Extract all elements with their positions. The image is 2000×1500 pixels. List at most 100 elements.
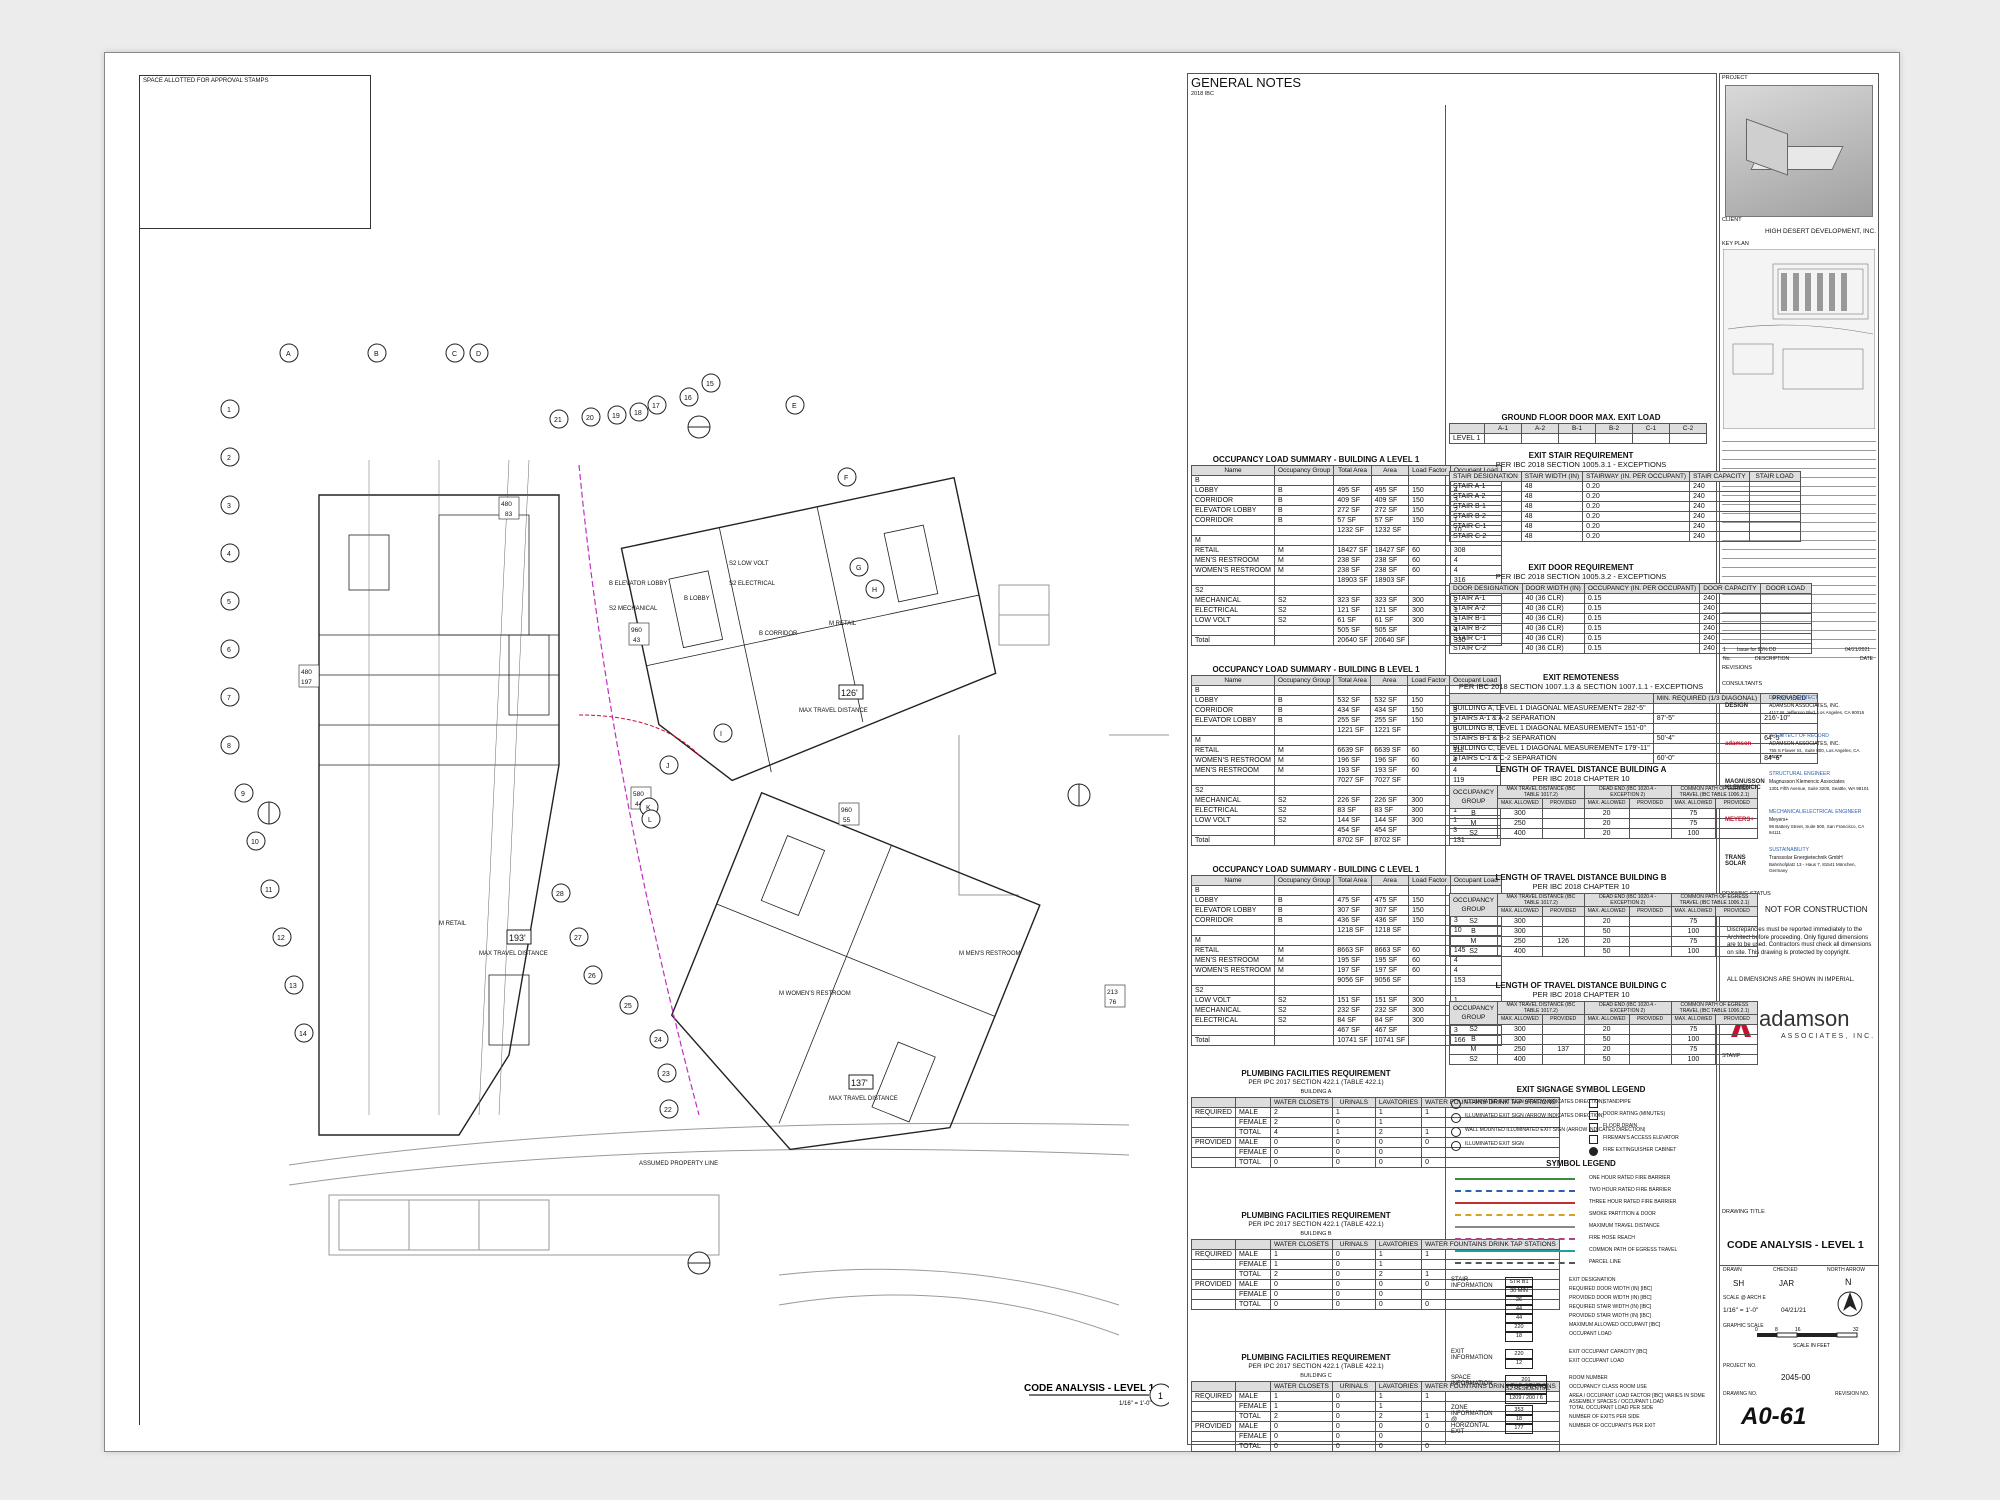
room-label-b-retail: M RETAIL: [829, 621, 857, 627]
occupancy-table-cell: LOW VOLT: [1190, 615, 1276, 626]
travel-cell: 75: [1670, 916, 1717, 927]
plumbing-table-cell: 2: [1374, 1411, 1423, 1422]
occupancy-table-cell: 323 SF: [1370, 595, 1410, 606]
occupancy-table-cell: [1190, 775, 1276, 786]
checked-label: CHECKED: [1773, 1267, 1798, 1273]
travel-distance-a: 193': [509, 933, 526, 943]
travel-cell: [1715, 946, 1759, 957]
plumbing-subtitle: PER IPC 2017 SECTION 422.1 (TABLE 422.1): [1248, 1363, 1384, 1370]
occupancy-table-cell: 61 SF: [1370, 615, 1410, 626]
occupancy-table-cell: B: [1274, 515, 1335, 526]
floor-plan[interactable]: 193' MAX TRAVEL DISTANCE 126' MAX TRAVEL…: [139, 75, 1169, 1435]
scale-tick: 16: [1795, 1327, 1801, 1333]
travel-label-c: MAX TRAVEL DISTANCE: [829, 1096, 898, 1102]
row-grid-label: 13: [289, 983, 297, 990]
room-label-b-elev: B ELEVATOR LOBBY: [609, 581, 667, 587]
travel-cell: [1541, 1054, 1585, 1065]
plumbing-building: BUILDING A: [1300, 1089, 1332, 1095]
remoteness-table-cell: 87'-5": [1652, 713, 1762, 724]
occupancy-table-cell: 255 SF: [1370, 715, 1409, 726]
occupancy-table-cell: [1370, 535, 1410, 546]
column-grid-label: H: [872, 587, 877, 594]
row-grid-label: 14: [299, 1031, 307, 1038]
exit-door-table-header: DOOR CAPACITY: [1699, 583, 1761, 594]
property-line-label: ASSUMED PROPERTY LINE: [639, 1161, 718, 1167]
travel-cell: B: [1449, 926, 1498, 937]
travel-cell: 20: [1583, 936, 1630, 947]
ground-exit-table-cell: [1632, 433, 1670, 444]
occupancy-table-title: OCCUPANCY LOAD SUMMARY - BUILDING A LEVE…: [1212, 455, 1420, 464]
exit-stair-table-cell: 48: [1520, 511, 1584, 522]
exit-signage-item: STANDPIPE: [1603, 1099, 1631, 1105]
ground-exit-table-header: C-1: [1632, 423, 1670, 434]
exit-door-table-header: DOOR DESIGNATION: [1449, 583, 1523, 594]
exit-door-table-cell: 40 (36 CLR): [1521, 613, 1585, 624]
occupancy-table-cell: [1408, 535, 1451, 546]
travel-cell: S2: [1449, 916, 1498, 927]
occupancy-table-cell: [1190, 825, 1276, 836]
exit-door-table-cell: 240: [1699, 623, 1761, 634]
travel-header: OCCUPANCY GROUP: [1449, 893, 1498, 917]
occupancy-table-cell: RETAIL: [1190, 945, 1276, 956]
symbol-legend-item: THREE HOUR RATED FIRE BARRIER: [1589, 1199, 1677, 1205]
exit-door-table-cell: STAIR A-1: [1449, 593, 1523, 604]
ground-exit-table-cell: [1521, 433, 1559, 444]
symbol-icon: [1589, 1147, 1598, 1156]
occupancy-table-cell: 60: [1408, 545, 1451, 556]
occupancy-table-cell: 532 SF: [1333, 695, 1372, 706]
plumbing-table-cell: [1421, 1259, 1560, 1270]
occupancy-table-cell: 150: [1407, 705, 1451, 716]
occupancy-table-cell: 232 SF: [1333, 1005, 1372, 1016]
plumbing-table-cell: FEMALE: [1234, 1117, 1271, 1128]
plumbing-table-cell: 0: [1331, 1441, 1376, 1452]
plumbing-table-cell: [1191, 1259, 1236, 1270]
occupancy-table-cell: 300: [1408, 1005, 1451, 1016]
occupancy-table-cell: 495 SF: [1333, 485, 1372, 496]
column-grid-label: E: [792, 403, 797, 410]
occupancy-table-cell: [1274, 975, 1335, 986]
occupancy-table-cell: [1274, 1025, 1335, 1036]
scale-tick: 32: [1853, 1327, 1859, 1333]
stair-info-item: MAXIMUM ALLOWED OCCUPANT [IBC]: [1569, 1322, 1661, 1328]
occupancy-table-cell: 4: [1449, 955, 1502, 966]
travel-header: MAX. ALLOWED: [1670, 798, 1717, 809]
plumbing-table-header: [1234, 1239, 1271, 1250]
drawing-title-label: DRAWING TITLE: [1722, 1209, 1765, 1215]
travel-header: PROVIDED: [1541, 798, 1585, 809]
plumbing-table-cell: [1191, 1289, 1236, 1300]
plumbing-table-cell: [1421, 1147, 1560, 1158]
travel-cell: 50: [1583, 926, 1630, 937]
exit-sign-icon: [1451, 1113, 1461, 1123]
adamson-logo-sub: ASSOCIATES, INC.: [1781, 1033, 1876, 1040]
exit-door-table-cell: [1759, 623, 1812, 634]
travel-cell: [1541, 926, 1585, 937]
occupancy-table-cell: ELECTRICAL: [1190, 1015, 1276, 1026]
remoteness-table-cell: BUILDING B, LEVEL 1 DIAGONAL MEASUREMENT…: [1449, 723, 1654, 734]
occupancy-table-header: Load Factor: [1408, 465, 1451, 476]
plumbing-table-cell: 1: [1331, 1107, 1376, 1118]
occupancy-table-cell: [1333, 475, 1372, 486]
occupancy-table-header: Name: [1190, 465, 1276, 476]
plumbing-table-header: URINALS: [1331, 1097, 1376, 1108]
plumbing-table-cell: FEMALE: [1234, 1431, 1271, 1442]
exit-info-tag: 12: [1505, 1358, 1533, 1369]
drawing-sheet: SPACE ALLOTTED FOR APPROVAL STAMPS 193' …: [104, 52, 1900, 1452]
occupancy-table-cell: [1274, 885, 1335, 896]
drawing-title: CODE ANALYSIS - LEVEL 1: [1727, 1239, 1864, 1251]
occupancy-table-header: Area: [1370, 875, 1410, 886]
consultant-role: SUSTAINABILITY: [1769, 847, 1809, 853]
plumbing-table-cell: 2: [1269, 1269, 1333, 1280]
occupancy-table-cell: M: [1274, 545, 1335, 556]
plumbing-building: BUILDING C: [1300, 1373, 1332, 1379]
exit-door-table-cell: [1759, 593, 1812, 604]
exit-door-table-cell: 0.15: [1583, 623, 1701, 634]
plumbing-title: PLUMBING FACILITIES REQUIREMENT: [1241, 1069, 1391, 1078]
occupancy-table-cell: 255 SF: [1333, 715, 1372, 726]
travel-cell: [1541, 1024, 1585, 1035]
occupancy-table-cell: S2: [1274, 1005, 1335, 1016]
occupancy-table-cell: B: [1190, 885, 1276, 896]
occupancy-table-cell: 300: [1408, 615, 1451, 626]
occupancy-table-cell: [1190, 575, 1276, 586]
row-grid-label: 3: [227, 503, 231, 510]
occupancy-table-cell: [1274, 685, 1335, 696]
